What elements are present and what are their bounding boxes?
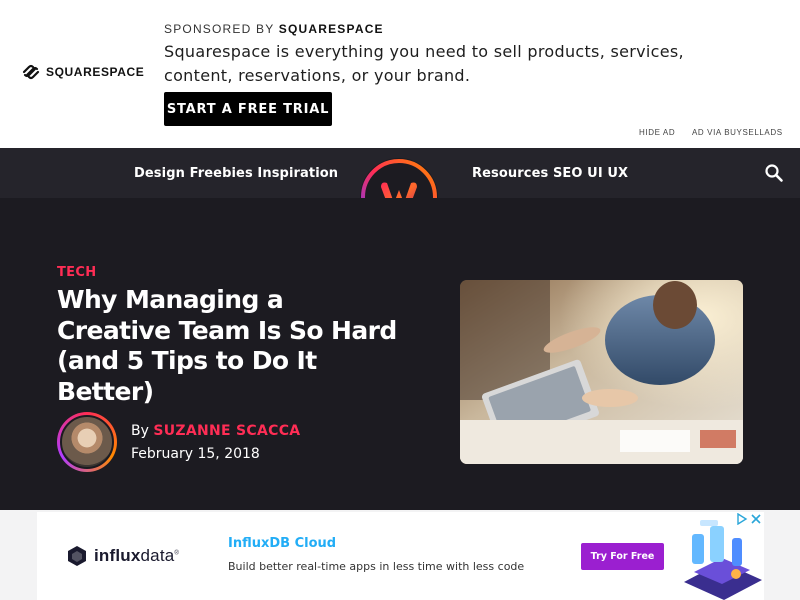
sponsored-ad-banner: SQUARESPACE SPONSORED BY SQUARESPACE Squ…	[0, 0, 800, 148]
squarespace-logo-icon	[22, 64, 40, 80]
author-name-link[interactable]: SUZANNE SCACCA	[153, 423, 300, 439]
influxdata-wordmark: influxdata®	[94, 546, 179, 566]
ad-copy: Squarespace is everything you need to se…	[164, 42, 684, 85]
nav-links-left[interactable]: Design Freebies Inspiration	[134, 166, 338, 181]
byline-prefix: By	[131, 423, 149, 439]
ad-illustration	[680, 520, 764, 600]
squarespace-wordmark: SQUARESPACE	[46, 65, 145, 79]
start-free-trial-button[interactable]: START A FREE TRIAL	[164, 92, 332, 126]
avatar-photo	[60, 415, 114, 469]
ad-title[interactable]: InfluxDB Cloud	[228, 536, 336, 551]
influxdata-logo[interactable]: influxdata®	[66, 545, 179, 567]
search-icon[interactable]	[764, 163, 784, 183]
byline: By SUZANNE SCACCA	[131, 423, 300, 439]
try-for-free-button[interactable]: Try For Free	[581, 543, 664, 570]
influxdata-logo-icon	[68, 546, 86, 566]
category-label[interactable]: TECH	[57, 265, 96, 280]
nav-links-right[interactable]: Resources SEO UI UX	[472, 166, 628, 181]
adchoices-badge[interactable]	[733, 512, 764, 526]
adchoices-icon	[737, 513, 748, 525]
publish-date: February 15, 2018	[131, 446, 260, 462]
hide-ad-link[interactable]: HIDE AD	[639, 128, 675, 137]
article-featured-image[interactable]	[460, 280, 743, 464]
article-title[interactable]: Why Managing a Creative Team Is So Hard …	[57, 285, 397, 407]
ad-via-buysellads-link[interactable]: AD VIA BUYSELLADS	[692, 128, 783, 137]
author-avatar[interactable]	[57, 412, 117, 472]
influx-bold: influx	[94, 546, 141, 565]
ad-description: Build better real-time apps in less time…	[228, 560, 525, 573]
sponsor-name: SQUARESPACE	[278, 22, 384, 36]
squarespace-logo[interactable]: SQUARESPACE	[22, 64, 144, 80]
sponsored-prefix: SPONSORED BY	[164, 22, 275, 36]
close-icon[interactable]	[750, 513, 762, 525]
influx-light: data	[140, 546, 175, 565]
sponsored-by-label: SPONSORED BY SQUARESPACE	[164, 22, 384, 36]
registered-mark: ®	[174, 550, 180, 557]
